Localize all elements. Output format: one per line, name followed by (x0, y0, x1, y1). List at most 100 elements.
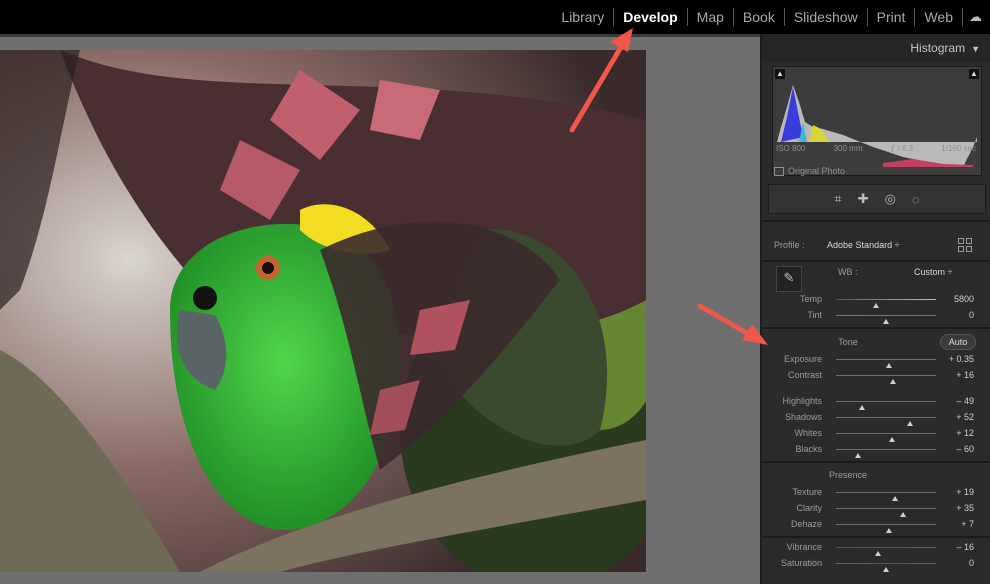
slider-value[interactable]: – 16 (956, 542, 974, 552)
slider-label: Shadows (784, 412, 822, 422)
slider-track[interactable] (836, 375, 936, 384)
slider-temp[interactable]: Temp 5800 (762, 292, 990, 308)
highlight-clipping-icon[interactable]: ▲ (969, 69, 979, 79)
divider (762, 536, 990, 538)
auto-button[interactable]: Auto (940, 334, 976, 350)
slider-value[interactable]: – 49 (956, 396, 974, 406)
slider-label: Exposure (783, 354, 822, 364)
mask-icon[interactable]: ◌ (912, 192, 920, 207)
slider-label: Temp (799, 294, 822, 304)
slider-exposure[interactable]: Exposure + 0.35 (762, 352, 990, 368)
slider-track[interactable] (836, 547, 936, 556)
slider-value[interactable]: 0 (969, 310, 974, 320)
eyedropper-icon[interactable]: ✎ (776, 266, 802, 292)
histogram-graph[interactable]: ▲ ▲ (772, 66, 982, 176)
slider-label: Contrast (787, 370, 822, 380)
slider-track[interactable] (836, 524, 936, 533)
presence-title: Presence (828, 470, 868, 480)
photo-preview[interactable] (0, 50, 646, 572)
slider-knob[interactable] (883, 319, 889, 324)
develop-panel: Histogram ▼ ▲ ▲ ISO 800 300 mm ƒ / 6.3 1/… (760, 34, 990, 584)
crop-icon[interactable]: ⌗ (834, 191, 841, 207)
slider-label: Clarity (796, 503, 822, 513)
slider-label: Saturation (780, 558, 822, 568)
tool-strip: ⌗ ✚ ◎ ◌ (768, 184, 986, 214)
profile-browser-icon[interactable] (958, 238, 972, 252)
slider-value[interactable]: + 16 (956, 370, 974, 380)
slider-label: Dehaze (790, 519, 822, 529)
original-photo-toggle[interactable]: Original Photo (774, 166, 845, 176)
divider (762, 327, 990, 329)
slider-shadows[interactable]: Shadows + 52 (762, 410, 990, 426)
exif-focal: 300 mm (833, 144, 863, 153)
profile-label: Profile : (774, 240, 805, 250)
slider-value[interactable]: + 0.35 (949, 354, 974, 364)
slider-track[interactable] (836, 417, 936, 426)
module-print[interactable]: Print (866, 8, 915, 26)
slider-track[interactable] (836, 492, 936, 501)
divider (762, 220, 990, 222)
slider-value[interactable]: 0 (969, 558, 974, 568)
slider-knob[interactable] (886, 528, 892, 533)
histogram-title: Histogram (910, 41, 966, 55)
module-web[interactable]: Web (914, 8, 962, 26)
cloud-icon[interactable]: ☁ (962, 8, 982, 26)
parrot-photo (0, 50, 646, 572)
slider-vibrance[interactable]: Vibrance – 16 (762, 540, 990, 556)
slider-track[interactable] (836, 433, 936, 442)
slider-blacks[interactable]: Blacks – 60 (762, 442, 990, 458)
slider-value[interactable]: – 60 (956, 444, 974, 454)
slider-value[interactable]: + 19 (956, 487, 974, 497)
slider-track[interactable] (836, 315, 936, 324)
profile-row: Profile : Adobe Standard ÷ (774, 240, 900, 250)
slider-value[interactable]: + 12 (956, 428, 974, 438)
module-map[interactable]: Map (686, 8, 733, 26)
slider-value[interactable]: + 7 (961, 519, 974, 529)
slider-label: Texture (792, 487, 822, 497)
slider-value[interactable]: + 35 (956, 503, 974, 513)
slider-label: Highlights (782, 396, 822, 406)
exif-iso: ISO 800 (776, 144, 806, 153)
slider-track[interactable] (836, 401, 936, 410)
redeye-icon[interactable]: ◎ (885, 191, 896, 207)
checkbox-icon[interactable] (774, 166, 784, 176)
slider-knob[interactable] (883, 567, 889, 572)
module-slideshow[interactable]: Slideshow (783, 8, 867, 26)
slider-knob[interactable] (855, 453, 861, 458)
slider-track[interactable] (836, 359, 936, 368)
slider-value[interactable]: 5800 (954, 294, 974, 304)
slider-texture[interactable]: Texture + 19 (762, 485, 990, 501)
slider-label: Whites (794, 428, 822, 438)
slider-track[interactable] (836, 449, 936, 458)
slider-whites[interactable]: Whites + 12 (762, 426, 990, 442)
wb-select[interactable]: Custom ÷ (914, 267, 952, 277)
slider-track[interactable] (836, 563, 936, 572)
histogram-curves (777, 85, 977, 167)
wb-label: WB : (838, 267, 858, 277)
profile-select[interactable]: Adobe Standard ÷ (827, 240, 900, 250)
slider-saturation[interactable]: Saturation 0 (762, 556, 990, 572)
slider-track[interactable] (836, 508, 936, 517)
module-book[interactable]: Book (732, 8, 784, 26)
exif-aperture: ƒ / 6.3 (890, 144, 914, 153)
heal-icon[interactable]: ✚ (858, 191, 869, 207)
histogram-header[interactable]: Histogram ▼ (762, 34, 990, 62)
slider-track[interactable] (836, 299, 936, 308)
slider-tint[interactable]: Tint 0 (762, 308, 990, 324)
exif-shutter: 1/160 sec (941, 144, 976, 153)
divider (762, 260, 990, 262)
slider-highlights[interactable]: Highlights – 49 (762, 394, 990, 410)
slider-clarity[interactable]: Clarity + 35 (762, 501, 990, 517)
divider (762, 461, 990, 463)
slider-value[interactable]: + 52 (956, 412, 974, 422)
collapse-triangle-icon[interactable]: ▼ (971, 44, 980, 54)
slider-contrast[interactable]: Contrast + 16 (762, 368, 990, 384)
slider-label: Tint (807, 310, 822, 320)
shadow-clipping-icon[interactable]: ▲ (775, 69, 785, 79)
slider-label: Vibrance (786, 542, 822, 552)
slider-dehaze[interactable]: Dehaze + 7 (762, 517, 990, 533)
original-photo-label: Original Photo (788, 166, 846, 176)
module-library[interactable]: Library (552, 8, 613, 26)
module-develop[interactable]: Develop (613, 8, 686, 26)
slider-knob[interactable] (890, 379, 896, 384)
